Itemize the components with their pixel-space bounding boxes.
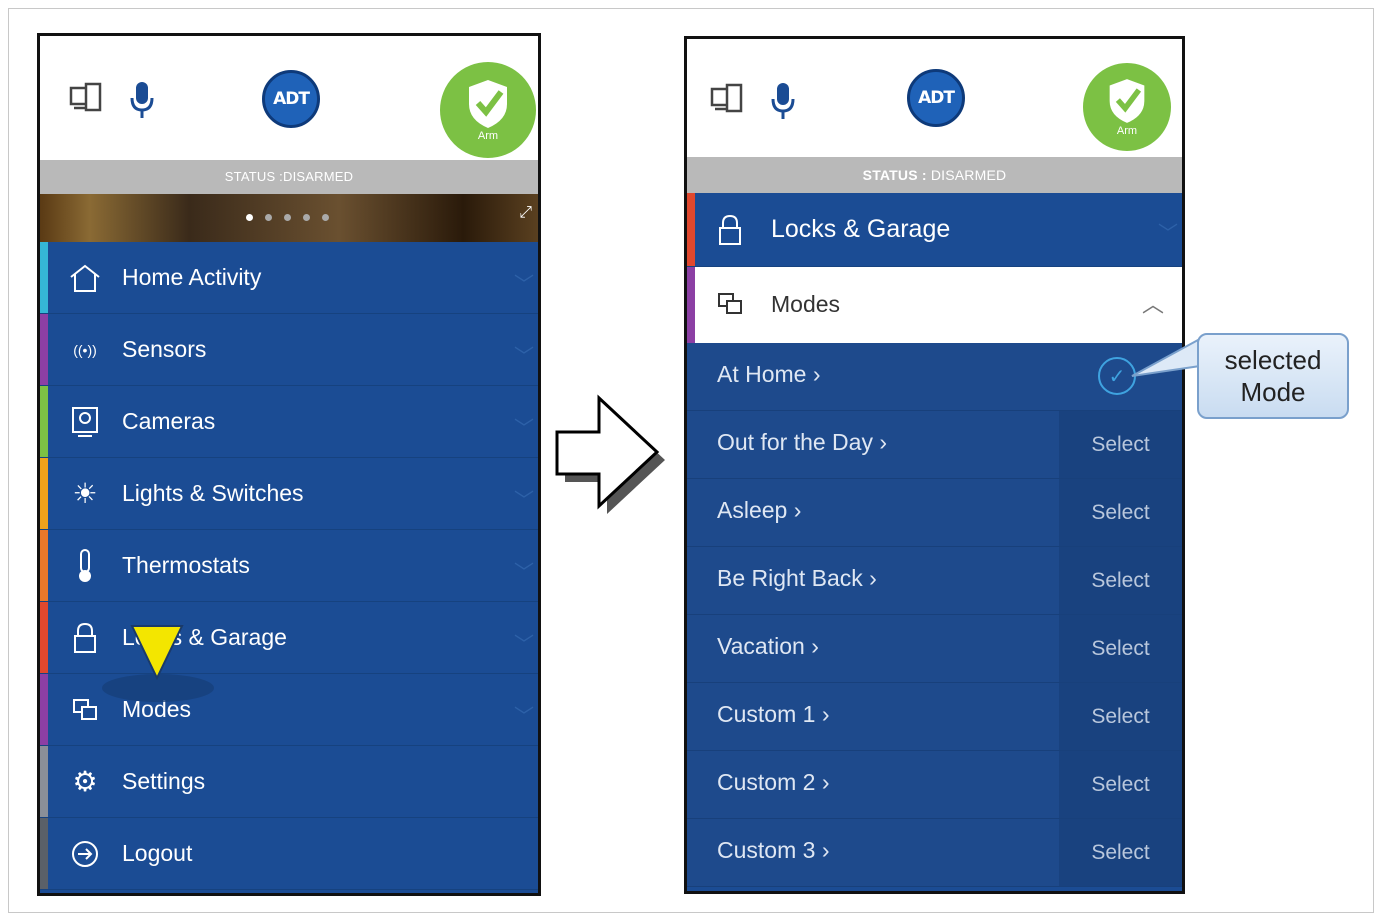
shield-check-icon	[1109, 79, 1145, 123]
pointer-arrow-icon	[102, 625, 214, 702]
modes-icon	[713, 287, 747, 321]
microphone-icon[interactable]	[128, 80, 156, 125]
menu-item-cameras[interactable]: Cameras ﹀	[40, 386, 538, 458]
chevron-down-icon[interactable]: ﹀	[514, 556, 534, 585]
mode-row-custom-1[interactable]: Custom 1 › Select	[687, 683, 1182, 751]
select-button[interactable]: Select	[1059, 819, 1182, 886]
lock-icon	[713, 213, 747, 247]
menu-item-sensors[interactable]: ((•)) Sensors ﹀	[40, 314, 538, 386]
thermometer-icon	[68, 548, 102, 583]
select-button[interactable]: Select	[1059, 547, 1182, 614]
select-button[interactable]: Select	[1059, 751, 1182, 818]
menu-item-lights-switches[interactable]: ☀ Lights & Switches ﹀	[40, 458, 538, 530]
chevron-down-icon[interactable]: ﹀	[514, 340, 534, 369]
camera-icon	[68, 405, 102, 439]
adt-logo: ADT	[262, 70, 320, 128]
camera-banner[interactable]: ⤢	[40, 194, 538, 242]
selected-mode-callout: selected Mode	[1197, 333, 1349, 419]
mode-row-custom-2[interactable]: Custom 2 › Select	[687, 751, 1182, 819]
mode-row-custom-3[interactable]: Custom 3 › Select	[687, 819, 1182, 887]
sensor-icon: ((•))	[73, 341, 97, 358]
modes-icon	[68, 693, 102, 727]
chevron-down-icon[interactable]: ﹀	[514, 700, 534, 729]
shield-check-icon	[469, 80, 507, 128]
menu-item-locks-garage[interactable]: Locks & Garage ﹀	[687, 193, 1182, 267]
menu-item-thermostats[interactable]: Thermostats ﹀	[40, 530, 538, 602]
gear-icon: ⚙	[72, 766, 98, 797]
left-phone-screen: ADT Arm STATUS :DISARMED ⤢ Home Activity…	[37, 33, 541, 896]
app-header: ADT Arm	[40, 36, 538, 164]
menu-item-modes[interactable]: Modes ︿	[687, 267, 1182, 343]
arm-button[interactable]: Arm	[1077, 57, 1177, 157]
chevron-down-icon[interactable]: ﹀	[1158, 217, 1178, 246]
lock-icon	[68, 621, 102, 655]
right-phone-screen: ADT Arm STATUS : DISARMED Locks & Garage…	[684, 36, 1185, 894]
mode-row-vacation[interactable]: Vacation › Select	[687, 615, 1182, 683]
microphone-icon[interactable]	[769, 81, 797, 126]
devices-icon[interactable]	[68, 80, 106, 123]
app-header: ADT Arm	[687, 39, 1182, 157]
arm-button[interactable]: Arm	[434, 56, 538, 164]
select-button[interactable]: Select	[1059, 615, 1182, 682]
expand-icon[interactable]: ⤢	[519, 204, 532, 222]
menu-item-home-activity[interactable]: Home Activity ﹀	[40, 242, 538, 314]
chevron-down-icon[interactable]: ﹀	[514, 628, 534, 657]
menu-item-logout[interactable]: Logout	[40, 818, 538, 890]
transition-arrow-icon	[555, 394, 665, 514]
mode-row-asleep[interactable]: Asleep › Select	[687, 479, 1182, 547]
select-button[interactable]: Select	[1059, 411, 1182, 478]
carousel-dots[interactable]	[240, 208, 335, 226]
chevron-down-icon[interactable]: ﹀	[514, 412, 534, 441]
select-button[interactable]: Select	[1059, 479, 1182, 546]
devices-icon[interactable]	[709, 81, 747, 124]
chevron-down-icon[interactable]: ﹀	[514, 484, 534, 513]
chevron-up-icon[interactable]: ︿	[1142, 287, 1164, 319]
mode-row-at-home[interactable]: At Home › ✓	[687, 343, 1182, 411]
light-icon: ☀	[72, 478, 98, 509]
menu-item-settings[interactable]: ⚙ Settings	[40, 746, 538, 818]
adt-logo: ADT	[907, 69, 965, 127]
status-bar: STATUS : DISARMED	[687, 157, 1182, 193]
status-bar: STATUS :DISARMED	[40, 160, 538, 194]
mode-row-out-for-the-day[interactable]: Out for the Day › Select	[687, 411, 1182, 479]
callout-pointer	[1131, 338, 1202, 377]
logout-icon	[68, 837, 102, 871]
mode-row-be-right-back[interactable]: Be Right Back › Select	[687, 547, 1182, 615]
house-icon	[68, 261, 102, 295]
chevron-down-icon[interactable]: ﹀	[514, 268, 534, 297]
select-button[interactable]: Select	[1059, 683, 1182, 750]
